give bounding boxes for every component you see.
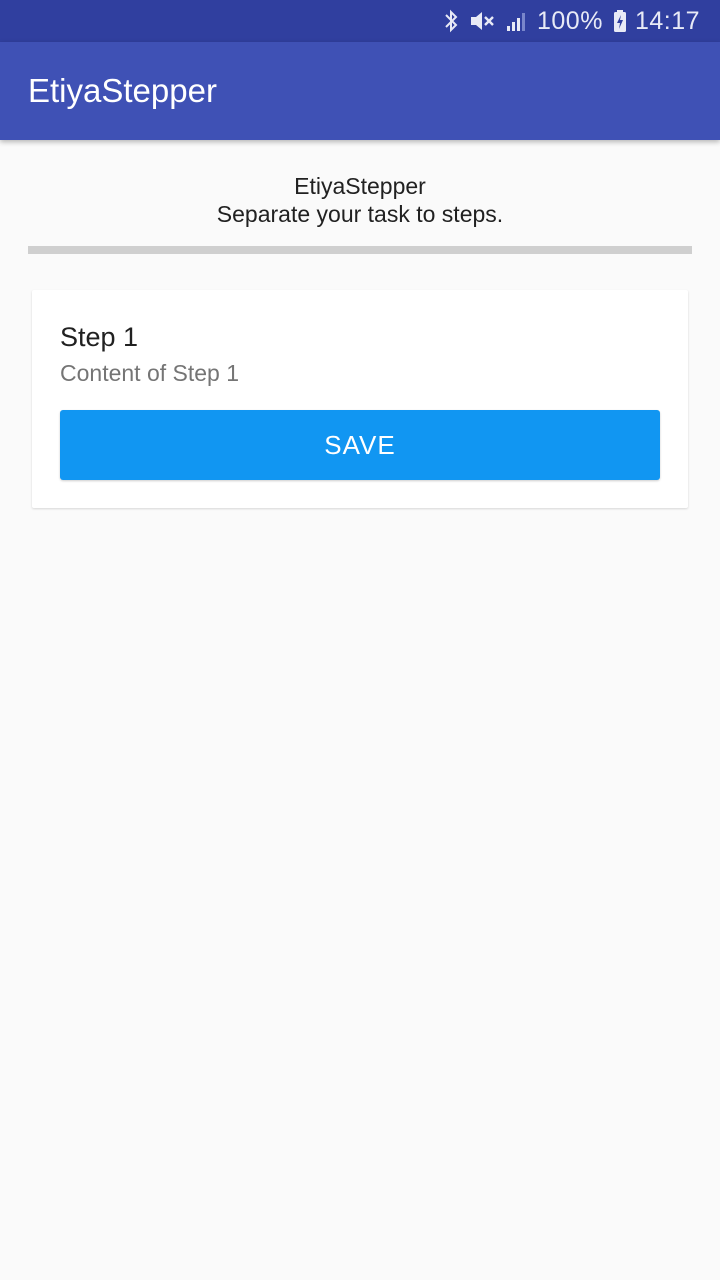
app-bar: EtiyaStepper bbox=[0, 42, 720, 140]
clock: 14:17 bbox=[634, 6, 700, 35]
battery-percent: 100% bbox=[536, 6, 603, 35]
step-title: Step 1 bbox=[60, 322, 139, 352]
stepper-header: EtiyaStepper Separate your task to steps… bbox=[0, 172, 720, 228]
signal-icon bbox=[505, 9, 529, 33]
app-title: EtiyaStepper bbox=[28, 72, 217, 109]
stepper-subtitle: Separate your task to steps. bbox=[216, 201, 504, 227]
battery-charging-icon bbox=[613, 9, 627, 33]
save-button[interactable]: SAVE bbox=[60, 410, 660, 480]
step-content: Content of Step 1 bbox=[60, 360, 240, 386]
muted-icon bbox=[469, 9, 495, 33]
status-bar: 100% 14:17 bbox=[0, 0, 720, 42]
step-card: Step 1 Content of Step 1 SAVE bbox=[32, 290, 688, 508]
step-progress-bar bbox=[28, 246, 692, 254]
bluetooth-icon bbox=[443, 9, 459, 33]
stepper-title: EtiyaStepper bbox=[294, 173, 426, 199]
